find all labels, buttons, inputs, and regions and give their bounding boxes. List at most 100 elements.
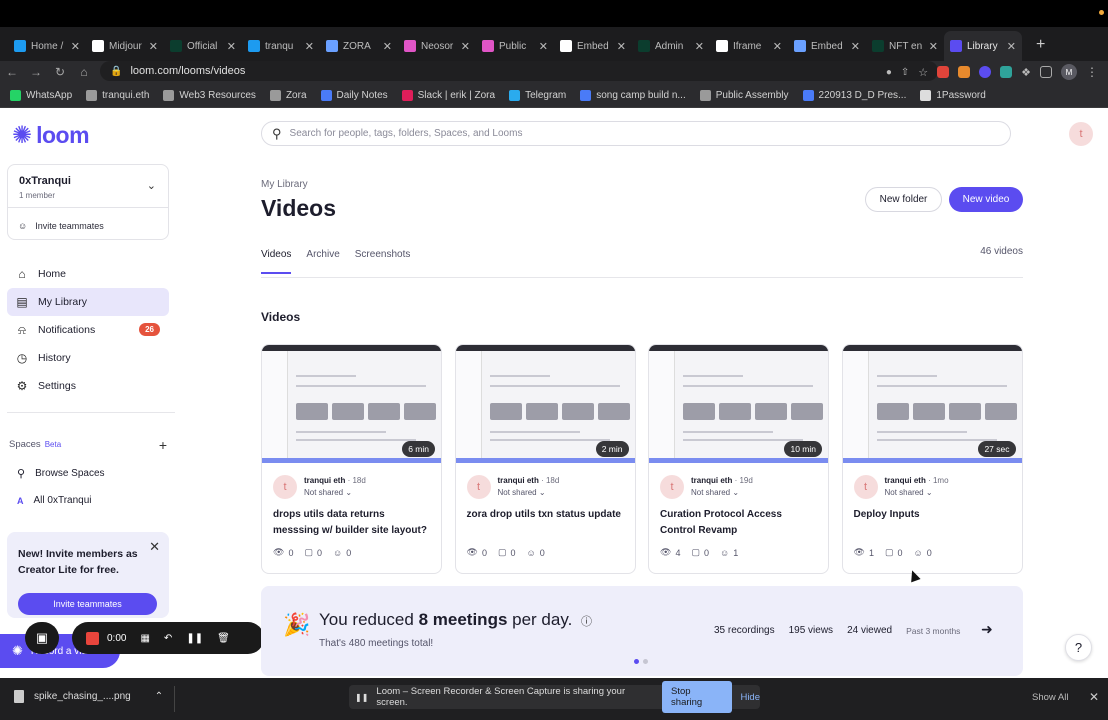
video-card[interactable]: 6 min t tranqui eth · 18d Not shared ⌄ drops… [261,344,442,574]
video-card[interactable]: 10 min t tranqui eth · 19d Not shared ⌄ Cura… [648,344,829,574]
author-name[interactable]: tranqui eth [498,476,539,485]
sidebar-item-notifications[interactable]: ⍾ Notifications 26 [7,316,169,344]
bookmark-item[interactable]: 220913 D_D Pres... [802,89,906,101]
bookmark-item[interactable]: Daily Notes [320,89,388,101]
video-title[interactable]: Deploy Inputs [854,507,1014,523]
extension-loom-icon[interactable] [979,66,992,78]
chevron-down-icon[interactable]: ⌄ [147,179,156,192]
info-icon[interactable]: ⓘ [581,616,592,628]
share-icon[interactable]: ⇧ [901,67,909,78]
browser-tab[interactable]: tranqu ✕ [242,31,320,61]
arrow-right-icon[interactable]: ➜ [981,621,993,638]
carousel-dot[interactable] [643,659,648,664]
close-tab-icon[interactable]: ✕ [695,40,704,53]
close-tab-icon[interactable]: ✕ [149,40,158,53]
close-tab-icon[interactable]: ✕ [1007,40,1016,53]
grid-icon[interactable]: ▦ [140,633,149,644]
video-title[interactable]: drops utils data returns messsing w/ bui… [273,507,433,539]
close-tab-icon[interactable]: ✕ [773,40,782,53]
video-thumbnail[interactable]: 27 sec [842,345,1022,463]
browse-spaces-item[interactable]: ⚲ Browse Spaces [17,467,167,480]
bookmark-item[interactable]: Web3 Resources [163,89,256,101]
loom-logo[interactable]: ✺ loom [12,122,90,149]
video-thumbnail[interactable]: 10 min [649,345,828,463]
all-space-item[interactable]: A All 0xTranqui [17,495,167,506]
share-status-dropdown[interactable]: Not shared ⌄ [691,487,753,499]
video-thumbnail[interactable]: 2 min [455,345,635,463]
browser-tab[interactable]: Home / ✕ [8,31,86,61]
bookmark-item[interactable]: Slack | erik | Zora [401,89,495,101]
new-tab-icon[interactable]: + [1036,36,1045,54]
user-avatar[interactable]: t [1069,122,1093,146]
new-video-button[interactable]: New video [949,187,1023,212]
bookmark-item[interactable]: WhatsApp [10,89,72,101]
close-tab-icon[interactable]: ✕ [617,40,626,53]
home-browser-icon[interactable]: ⌂ [72,65,96,79]
video-title[interactable]: Curation Protocol Access Control Revamp [660,507,820,539]
extension-red-icon[interactable] [937,66,950,78]
video-card[interactable]: 27 sec t tranqui eth · 1mo Not shared ⌄ Depl… [841,344,1023,574]
back-icon[interactable]: ← [0,65,24,79]
add-space-icon[interactable]: + [159,437,167,453]
address-bar[interactable]: 🔒 loom.com/looms/videos [100,61,938,81]
bookmark-item[interactable]: Public Assembly [699,89,789,101]
close-tab-icon[interactable]: ✕ [539,40,548,53]
hide-button[interactable]: Hide [740,692,760,703]
sidebar-item-settings[interactable]: ⚙ Settings [7,372,169,400]
close-tab-icon[interactable]: ✕ [305,40,314,53]
stop-recording-icon[interactable] [86,631,99,645]
close-tab-icon[interactable]: ✕ [71,40,80,53]
breadcrumb[interactable]: My Library [261,179,308,190]
browser-tab[interactable]: Neosor ✕ [398,31,476,61]
close-icon[interactable]: ✕ [1089,690,1099,704]
share-status-dropdown[interactable]: Not shared ⌄ [304,487,366,499]
author-name[interactable]: tranqui eth [885,476,926,485]
invite-teammates-link[interactable]: ☺ Invite teammates [18,221,104,231]
profile-avatar[interactable]: M [1061,64,1077,80]
tab-archive[interactable]: Archive [306,249,339,274]
forward-icon[interactable]: → [24,65,48,79]
bookmark-item[interactable]: Zora [269,89,307,101]
bookmark-item[interactable]: tranqui.eth [86,89,149,101]
browser-tab[interactable]: Admin ✕ [632,31,710,61]
stop-sharing-button[interactable]: Stop sharing [662,681,733,713]
mic-icon[interactable]: ● [886,67,892,78]
browser-tab[interactable]: Embed ✕ [554,31,632,61]
sidepanel-icon[interactable] [1040,66,1052,78]
camera-icon[interactable]: ▣ [25,622,59,654]
workspace-switcher[interactable]: 0xTranqui 1 member ⌄ ☺ Invite teammates [7,164,169,240]
video-card[interactable]: 2 min t tranqui eth · 18d Not shared ⌄ zora … [454,344,636,574]
reload-icon[interactable]: ↻ [48,65,72,79]
close-tab-icon[interactable]: ✕ [929,40,938,53]
undo-icon[interactable]: ↶ [164,633,172,644]
help-button[interactable]: ? [1065,634,1092,661]
browser-tab[interactable]: Iframe ✕ [710,31,788,61]
carousel-dot[interactable] [634,659,639,664]
sidebar-item-home[interactable]: ⌂ Home [7,260,169,288]
download-item[interactable]: spike_chasing_....png ⌃ [14,690,163,703]
share-status-dropdown[interactable]: Not shared ⌄ [885,487,949,499]
browser-tab[interactable]: ZORA ✕ [320,31,398,61]
extension-teal-icon[interactable] [1000,66,1013,78]
bookmark-item[interactable]: 1Password [920,89,986,101]
new-folder-button[interactable]: New folder [865,187,942,212]
bookmark-item[interactable]: song camp build n... [580,89,686,101]
close-tab-icon[interactable]: ✕ [227,40,236,53]
tab-screenshots[interactable]: Screenshots [355,249,411,274]
author-name[interactable]: tranqui eth [691,476,732,485]
show-all-button[interactable]: Show All [1032,692,1068,703]
extension-metamask-icon[interactable] [958,66,971,78]
menu-icon[interactable]: ⋮ [1086,65,1098,79]
browser-tab[interactable]: Midjour ✕ [86,31,164,61]
chevron-up-icon[interactable]: ⌃ [155,691,163,702]
search-input[interactable]: ⚲ Search for people, tags, folders, Spac… [261,121,1011,146]
star-icon[interactable]: ☆ [918,66,928,79]
close-icon[interactable]: ✕ [149,539,160,555]
video-thumbnail[interactable]: 6 min [262,345,441,463]
video-title[interactable]: zora drop utils txn status update [467,507,627,523]
browser-tab[interactable]: Public ✕ [476,31,554,61]
browser-tab[interactable]: Library ✕ [944,31,1022,61]
tab-videos[interactable]: Videos [261,249,292,274]
browser-tab[interactable]: Embed ✕ [788,31,866,61]
close-tab-icon[interactable]: ✕ [851,40,860,53]
